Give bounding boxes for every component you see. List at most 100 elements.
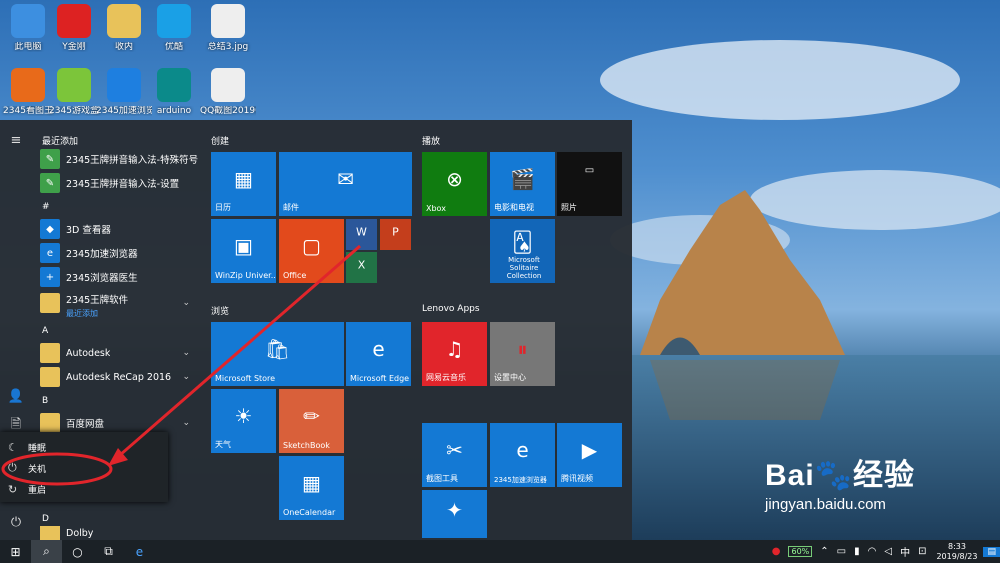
wifi-icon[interactable]: ◠ <box>864 546 881 557</box>
tile-settings-center[interactable]: ⏸ 设置中心 <box>490 322 555 386</box>
shutdown-label: 关机 <box>28 464 47 475</box>
tile-2345-browser[interactable]: e 2345加速浏览器 <box>490 423 555 487</box>
tile-winzip[interactable]: ▣ WinZip Univer... <box>211 219 276 283</box>
desktop-icon-label: QQ截图20190823... <box>200 106 256 116</box>
app-label: 2345王牌拼音输入法-设置 <box>66 179 180 190</box>
shutdown-option[interactable]: ⏻ 关机 <box>0 457 168 479</box>
restart-option[interactable]: ↻ 重启 <box>0 478 168 500</box>
section-a[interactable]: A <box>42 326 48 336</box>
group-create-label[interactable]: 创建 <box>211 134 229 147</box>
desktop-icon[interactable]: 总结3.jpg <box>200 4 256 52</box>
ime-mode-icon[interactable]: ⊡ <box>914 546 930 557</box>
app-folder-item[interactable]: Autodesk ReCap 2016 ⌄ <box>40 366 200 388</box>
group-play-label[interactable]: 播放 <box>422 134 440 147</box>
desktop-icon[interactable]: 2345加速浏览器 <box>96 68 152 116</box>
tile-calendar[interactable]: ▦ 日历 <box>211 152 276 216</box>
cube-icon: ◆ <box>40 219 60 239</box>
section-hash[interactable]: # <box>42 202 50 212</box>
office-icon: ▢ <box>302 233 321 258</box>
power-flyout: ☾ 睡眠 ⏻ 关机 ↻ 重启 <box>0 432 168 502</box>
tile-tencent-video[interactable]: ▶ 腾讯视频 <box>557 423 622 487</box>
hamburger-menu-icon[interactable]: ≡ <box>0 126 32 154</box>
word-icon: W <box>356 225 367 239</box>
store-bag-icon: 🛍 <box>264 336 291 361</box>
tile-edge[interactable]: e Microsoft Edge <box>346 322 411 386</box>
tile-xbox[interactable]: ⊗ Xbox <box>422 152 487 216</box>
task-view-icon[interactable]: ⧉ <box>93 540 124 563</box>
clock[interactable]: 8:33 2019/8/23 <box>930 542 983 562</box>
clock-time: 8:33 <box>947 541 966 551</box>
tile-sketchbook[interactable]: ✏ SketchBook <box>279 389 344 453</box>
tile-solitaire[interactable]: 🂡 Microsoft Solitaire Collection <box>490 219 555 283</box>
app-label: 2345加速浏览器 <box>66 249 138 260</box>
volume-icon[interactable]: ◁ <box>880 546 896 557</box>
tile-office[interactable]: ▢ Office <box>279 219 344 283</box>
notifications-icon[interactable]: ▤ <box>983 546 1000 557</box>
tile-label: 电影和电视 <box>494 203 534 212</box>
user-account-icon[interactable]: 👤 <box>0 382 32 410</box>
app-item[interactable]: ✎ 2345王牌拼音输入法-特殊符号 <box>40 148 200 170</box>
desktop-icon-label: 总结3.jpg <box>207 42 249 52</box>
ime-indicator[interactable]: 中 <box>896 544 914 559</box>
group-browse-label[interactable]: 浏览 <box>211 304 229 317</box>
desktop-icon-label: arduino <box>156 106 192 116</box>
folder-icon <box>40 367 60 387</box>
tray-app-icon[interactable]: ● <box>768 546 785 557</box>
chevron-up-icon[interactable]: ⌃ <box>816 546 832 557</box>
app-folder-item[interactable]: Autodesk ⌄ <box>40 342 200 364</box>
folder-icon <box>40 526 60 540</box>
tile-netease-music[interactable]: ♫ 网易云音乐 <box>422 322 487 386</box>
browser-taskbar-icon[interactable]: e <box>124 540 155 563</box>
app-item[interactable]: ◆ 3D 查看器 <box>40 218 200 240</box>
group-lenovo-label[interactable]: Lenovo Apps <box>422 304 480 314</box>
excel-icon: X <box>357 258 366 272</box>
battery-icon[interactable]: ▮ <box>850 546 864 557</box>
desktop-icon[interactable]: 优酷 <box>146 4 202 52</box>
taskbar: ⊞ ⌕ ○ ⧉ e ● 60% ⌃ ▭ ▮ ◠ ◁ 中 ⊡ 8:33 2019/… <box>0 540 1000 563</box>
edge-icon: e <box>372 336 385 361</box>
app-item[interactable]: e 2345加速浏览器 <box>40 242 200 264</box>
section-b[interactable]: B <box>42 396 48 406</box>
tile-label: Microsoft Store <box>215 374 276 383</box>
tile-store[interactable]: 🛍 Microsoft Store <box>211 322 344 386</box>
tile-word[interactable]: W <box>346 219 377 250</box>
section-d[interactable]: D <box>42 514 49 524</box>
app-folder-item[interactable]: 百度网盘 ⌄ <box>40 412 200 434</box>
recent-header: 最近添加 <box>42 137 79 147</box>
tile-powerpoint[interactable]: P <box>380 219 411 250</box>
network-icon[interactable]: ▭ <box>833 546 850 557</box>
power-icon[interactable]: ⏻ <box>0 508 32 536</box>
scissors-icon: ✂ <box>446 437 463 462</box>
tile-label: Microsoft Solitaire Collection <box>506 256 542 280</box>
app-folder-item[interactable]: Dolby <box>40 526 200 540</box>
app-item[interactable]: + 2345浏览器医生 <box>40 266 200 288</box>
tile-label: 截图工具 <box>426 474 458 483</box>
tile-game[interactable]: ✦ <box>422 490 487 538</box>
xbox-icon: ⊗ <box>446 166 463 191</box>
tile-movies[interactable]: 🎬 电影和电视 <box>490 152 555 216</box>
desktop-icon[interactable]: 收内 <box>96 4 152 52</box>
desktop-icon[interactable]: 2345游戏盒 <box>46 68 102 116</box>
tile-mail[interactable]: ✉ 邮件 <box>279 152 412 216</box>
desktop-icon[interactable]: QQ截图20190823... <box>200 68 256 116</box>
app-folder-item[interactable]: 2345王牌软件 最近添加 ⌄ <box>40 292 200 318</box>
windows-start-icon[interactable]: ⊞ <box>0 540 31 563</box>
desktop-icon[interactable]: arduino <box>146 68 202 116</box>
photo-preview-icon: ▭ <box>584 165 595 177</box>
chevron-down-icon: ⌄ <box>182 418 190 428</box>
folder-icon <box>107 4 141 38</box>
desktop-icon[interactable]: Y金刚 <box>46 4 102 52</box>
cortana-icon[interactable]: ○ <box>62 540 93 563</box>
tile-onecalendar[interactable]: ▦ OneCalendar <box>279 456 344 520</box>
tile-snipping-tool[interactable]: ✂ 截图工具 <box>422 423 487 487</box>
tile-weather[interactable]: ☀ 天气 <box>211 389 276 453</box>
tile-photos[interactable]: ▭ 照片 <box>557 152 622 216</box>
app-item[interactable]: ✎ 2345王牌拼音输入法-设置 <box>40 172 200 194</box>
sleep-option[interactable]: ☾ 睡眠 <box>0 436 168 458</box>
search-icon[interactable]: ⌕ <box>31 540 62 563</box>
cards-icon: 🂡 <box>512 230 533 255</box>
battery-indicator[interactable]: 60% <box>788 546 813 557</box>
tile-label: 照片 <box>561 203 577 212</box>
power-icon: ⏻ <box>8 461 17 474</box>
tile-excel[interactable]: X <box>346 252 377 283</box>
